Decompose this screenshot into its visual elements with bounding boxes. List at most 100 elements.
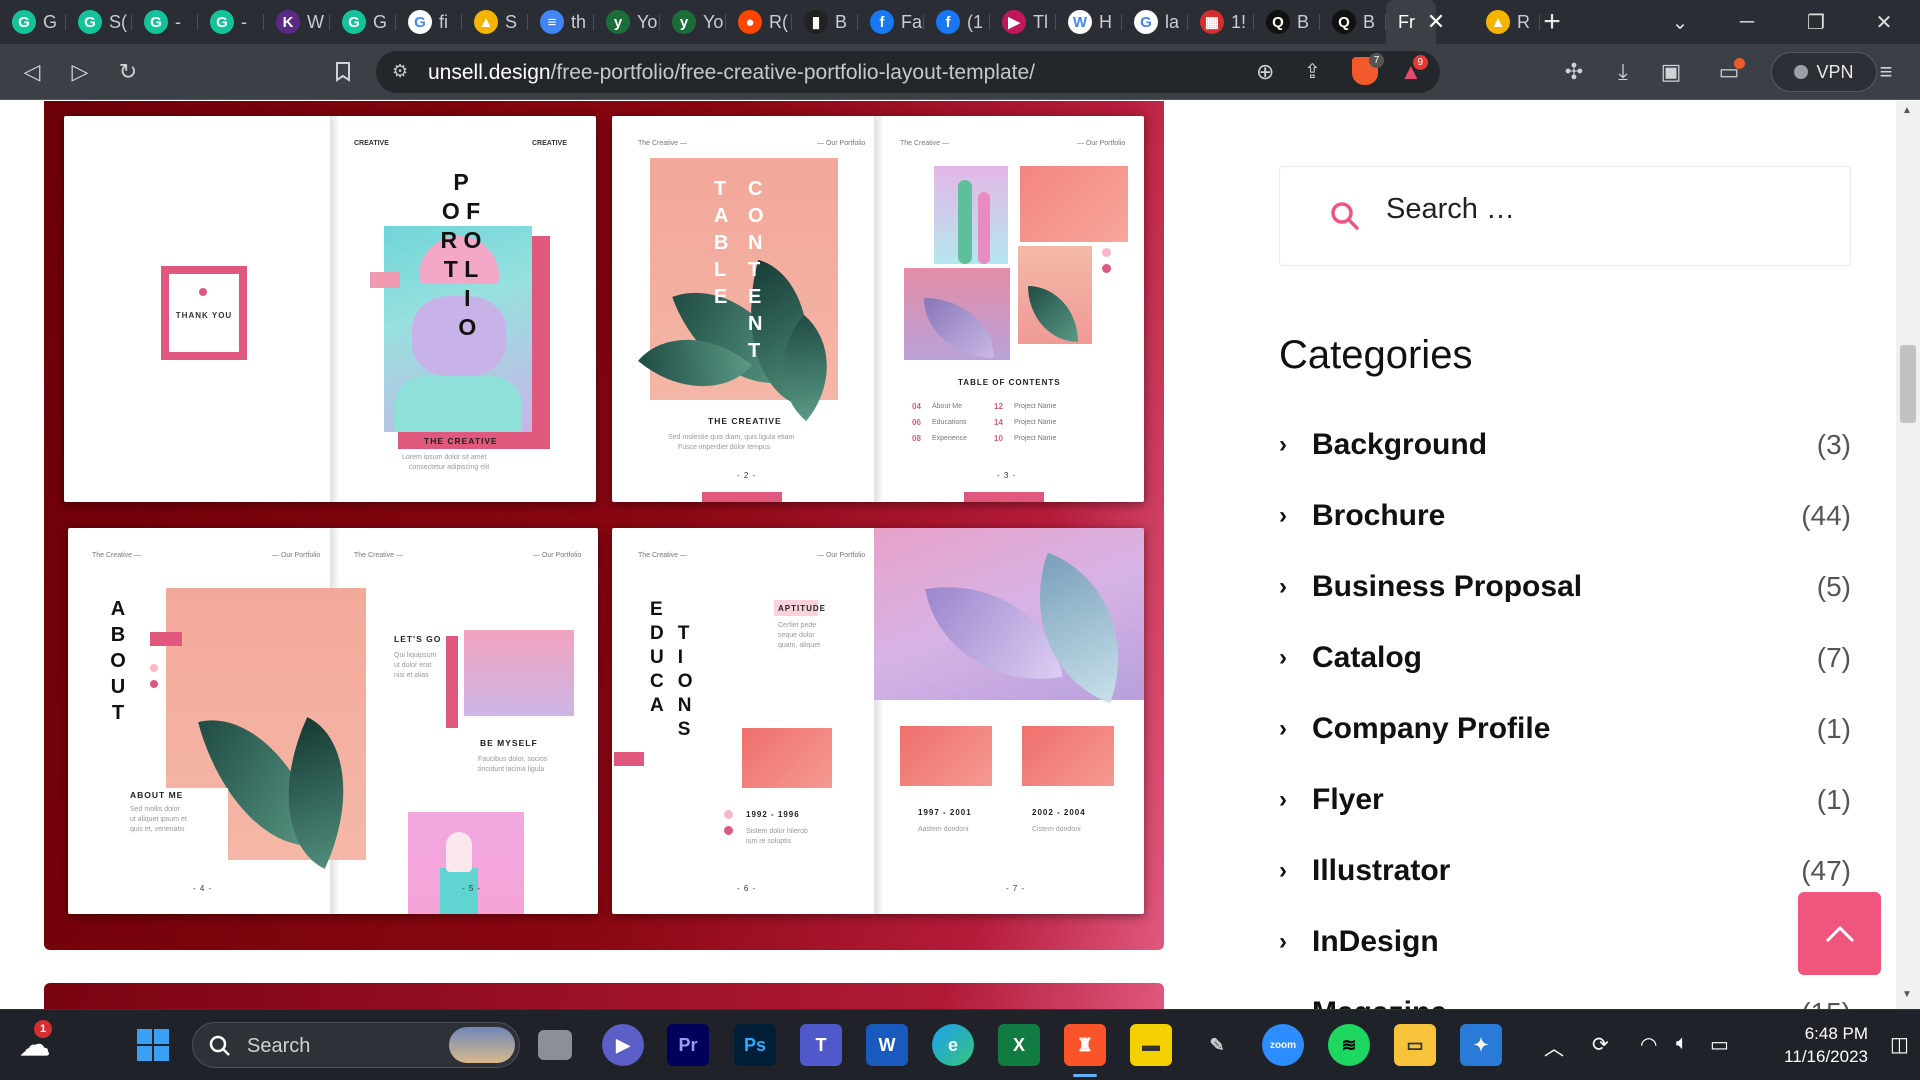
browser-tab[interactable]: Gfi: [396, 0, 462, 44]
edge-icon[interactable]: e: [932, 1024, 974, 1066]
browser-tab[interactable]: ▲ S: [462, 0, 528, 44]
brave-shields-badge: 7: [1369, 53, 1384, 68]
browser-tab[interactable]: GG: [330, 0, 396, 44]
share-icon[interactable]: ⇪: [1304, 59, 1321, 84]
browser-tab[interactable]: y Yo: [660, 0, 726, 44]
url-text[interactable]: unsell.design/free-portfolio/free-creati…: [428, 61, 1035, 85]
sidebar-toggle-icon[interactable]: ▣: [1655, 56, 1687, 88]
search-input[interactable]: Search …: [1386, 193, 1515, 226]
browser-tab[interactable]: G-: [132, 0, 198, 44]
browser-tab[interactable]: ▶ Tl: [990, 0, 1056, 44]
thank-you-frame: THANK YOU: [161, 266, 247, 360]
scrollbar[interactable]: ▲ ▼: [1896, 101, 1920, 1009]
task-view-icon[interactable]: [538, 1030, 572, 1060]
browser-tab[interactable]: QB: [1320, 0, 1386, 44]
excel-icon[interactable]: X: [998, 1024, 1040, 1066]
browser-tab[interactable]: G S(: [66, 0, 132, 44]
site-settings-icon[interactable]: ⚙: [392, 61, 408, 82]
restore-button[interactable]: ❐: [1796, 6, 1836, 38]
category-item[interactable]: › Flyer (1): [1279, 780, 1851, 820]
browser-tab[interactable]: ▮ B: [792, 0, 858, 44]
category-label[interactable]: Company Profile: [1312, 712, 1550, 746]
browser-tab[interactable]: ▦ 1!: [1188, 0, 1254, 44]
browser-tab[interactable]: f Fa: [858, 0, 924, 44]
scroll-up-arrow[interactable]: ▲: [1902, 105, 1912, 116]
taskbar-search[interactable]: Search: [192, 1022, 520, 1068]
sync-icon[interactable]: ⟳: [1592, 1032, 1609, 1057]
close-tab-icon[interactable]: ✕: [1424, 9, 1448, 34]
category-item[interactable]: › InDesign: [1279, 922, 1851, 962]
tab-search-icon[interactable]: ⌄: [1660, 6, 1700, 38]
browser-tab[interactable]: WH: [1056, 0, 1122, 44]
battery-icon[interactable]: ▭: [1710, 1032, 1729, 1057]
bookmark-icon[interactable]: [327, 56, 359, 88]
category-item[interactable]: › Company Profile (1): [1279, 709, 1851, 749]
windows-start-icon[interactable]: [132, 1024, 174, 1066]
category-item[interactable]: › Background (3): [1279, 425, 1851, 465]
address-bar[interactable]: ⚙ unsell.design/free-portfolio/free-crea…: [376, 51, 1440, 93]
browser-tab[interactable]: Gla: [1122, 0, 1188, 44]
menu-icon[interactable]: ≡: [1870, 56, 1902, 88]
show-hidden-icons[interactable]: ︿: [1544, 1032, 1564, 1061]
close-window-button[interactable]: ✕: [1864, 6, 1904, 38]
paint-icon[interactable]: ✦: [1460, 1024, 1502, 1066]
browser-tab[interactable]: G-: [198, 0, 264, 44]
sticky-notes-icon[interactable]: ▬: [1130, 1024, 1172, 1066]
category-item[interactable]: › Magazine (15): [1279, 993, 1851, 1009]
browser-tab[interactable]: ≡ th: [528, 0, 594, 44]
zoom-icon[interactable]: ⊕: [1256, 59, 1274, 85]
brave-icon[interactable]: ♜: [1064, 1024, 1106, 1066]
scroll-to-top-button[interactable]: [1798, 892, 1881, 975]
extensions-icon[interactable]: ✣: [1558, 56, 1590, 88]
weather-icon[interactable]: ☁ 1: [12, 1020, 58, 1068]
reload-icon[interactable]: ↻: [112, 56, 144, 88]
browser-tab[interactable]: QB: [1254, 0, 1320, 44]
back-icon[interactable]: ◁: [16, 56, 48, 88]
browser-tab[interactable]: KW: [264, 0, 330, 44]
teams-icon[interactable]: T: [800, 1024, 842, 1066]
brave-shields-icon[interactable]: 7: [1352, 53, 1384, 85]
wallet-icon[interactable]: ▭: [1713, 56, 1745, 88]
browser-tab[interactable]: f (1: [924, 0, 990, 44]
pen-icon[interactable]: ✎: [1196, 1024, 1238, 1066]
category-label[interactable]: Magazine: [1312, 996, 1447, 1009]
category-label[interactable]: Flyer: [1312, 783, 1384, 817]
new-tab-button[interactable]: +: [1538, 5, 1566, 38]
category-item[interactable]: › Illustrator (47): [1279, 851, 1851, 891]
file-explorer-icon[interactable]: ▭: [1394, 1024, 1436, 1066]
volume-icon[interactable]: 🔈︎: [1676, 1032, 1688, 1055]
photoshop-icon[interactable]: Ps: [734, 1024, 776, 1066]
browser-tab[interactable]: ● R(: [726, 0, 792, 44]
downloads-icon[interactable]: ⤓: [1607, 56, 1639, 88]
portfolio-preview-image[interactable]: THANK YOU CREATIVE CREATIVE PO FR OT L I…: [44, 101, 1164, 950]
wifi-icon[interactable]: ◠: [1640, 1032, 1657, 1057]
search-box[interactable]: Search …: [1279, 166, 1851, 266]
grammarly-icon: G: [78, 10, 102, 34]
word-icon[interactable]: W: [866, 1024, 908, 1066]
minimize-button[interactable]: ─: [1727, 6, 1767, 38]
category-item[interactable]: › Brochure (44): [1279, 496, 1851, 536]
category-label[interactable]: Brochure: [1312, 499, 1445, 533]
meet-icon[interactable]: ▶: [602, 1024, 644, 1066]
category-label[interactable]: Catalog: [1312, 641, 1422, 675]
browser-tab[interactable]: ▲ R: [1474, 0, 1540, 44]
category-item[interactable]: › Business Proposal (5): [1279, 567, 1851, 607]
category-label[interactable]: InDesign: [1312, 925, 1439, 959]
zoom-icon[interactable]: zoom: [1262, 1024, 1304, 1066]
premiere-icon[interactable]: Pr: [667, 1024, 709, 1066]
scrollbar-thumb[interactable]: [1900, 345, 1916, 423]
system-clock[interactable]: 6:48 PM 11/16/2023: [1748, 1022, 1868, 1068]
next-portfolio-preview[interactable]: [44, 983, 1164, 1009]
scroll-down-arrow[interactable]: ▼: [1902, 989, 1912, 1000]
forward-icon[interactable]: ▷: [64, 56, 96, 88]
vpn-button[interactable]: VPN: [1771, 52, 1877, 92]
category-label[interactable]: Background: [1312, 428, 1487, 462]
notification-icon[interactable]: ◫: [1890, 1032, 1909, 1057]
category-label[interactable]: Business Proposal: [1312, 570, 1582, 604]
browser-tab[interactable]: y Yo: [594, 0, 660, 44]
brave-rewards-icon[interactable]: ▲ 9: [1400, 55, 1428, 85]
category-item[interactable]: › Catalog (7): [1279, 638, 1851, 678]
spotify-icon[interactable]: ≋: [1328, 1024, 1370, 1066]
category-label[interactable]: Illustrator: [1312, 854, 1450, 888]
browser-tab[interactable]: GG: [0, 0, 66, 44]
